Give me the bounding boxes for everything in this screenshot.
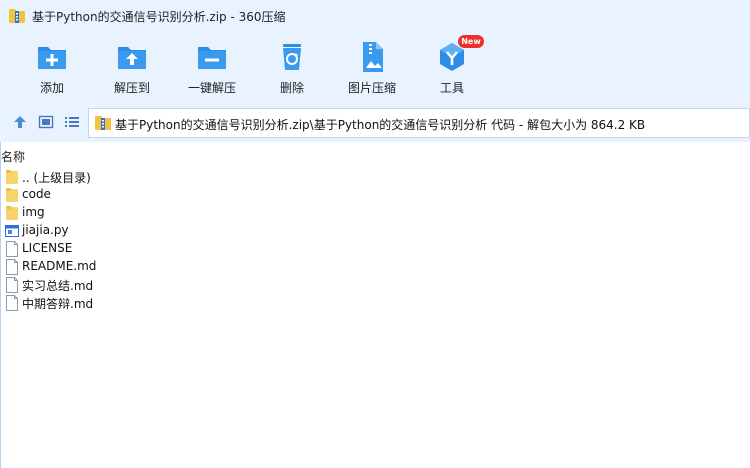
one-click-extract-button[interactable]: 一键解压	[172, 38, 252, 100]
app-window: 基于Python的交通信号识别分析.zip - 360压缩 添加 解压到 一键解…	[0, 0, 750, 468]
one-click-extract-icon	[198, 47, 226, 69]
list-item-license[interactable]: LICENSE	[1, 240, 301, 258]
address-bar[interactable]: 基于Python的交通信号识别分析.zip\基于Python的交通信号识别分析 …	[88, 108, 750, 138]
file-name: jiajia.py	[22, 223, 69, 237]
one-click-extract-label: 一键解压	[187, 81, 236, 95]
extract-to-button[interactable]: 解压到	[92, 38, 172, 100]
add-folder-icon	[38, 47, 66, 69]
document-icon	[6, 241, 18, 257]
list-item-internship-summary[interactable]: 实习总结.md	[1, 276, 301, 294]
document-icon	[6, 277, 18, 293]
window-title: 基于Python的交通信号识别分析.zip - 360压缩	[32, 10, 286, 24]
add-label: 添加	[39, 81, 64, 95]
file-name: img	[22, 205, 45, 219]
tools-button[interactable]: New 工具	[412, 35, 492, 100]
address-path: 基于Python的交通信号识别分析.zip\基于Python的交通信号识别分析 …	[115, 118, 646, 132]
python-file-icon	[5, 225, 19, 237]
delete-button[interactable]: 删除	[252, 38, 332, 100]
list-item-readme[interactable]: README.md	[1, 258, 301, 276]
image-compress-label: 图片压缩	[347, 81, 396, 95]
folder-icon	[6, 188, 18, 202]
toolbar: 添加 解压到 一键解压 删除 图片压缩 New 工具	[0, 32, 750, 102]
document-icon	[6, 295, 18, 311]
recycle-delete-icon	[283, 44, 301, 70]
archive-file-icon	[95, 116, 111, 130]
column-header-name[interactable]: 名称	[1, 148, 25, 165]
file-list-panel: 名称 .. (上级目录) code img jiajia.py LICENSE …	[0, 142, 750, 468]
list-item-code[interactable]: code	[1, 186, 301, 204]
file-name: code	[22, 187, 51, 201]
delete-label: 删除	[279, 81, 304, 95]
file-list: .. (上级目录) code img jiajia.py LICENSE REA…	[1, 168, 301, 312]
image-compress-button[interactable]: 图片压缩	[332, 38, 412, 100]
file-name: README.md	[22, 259, 97, 273]
list-view-icon[interactable]	[64, 114, 80, 130]
add-button[interactable]: 添加	[12, 38, 92, 100]
list-item-jiajia-py[interactable]: jiajia.py	[1, 222, 301, 240]
extract-to-icon	[118, 47, 146, 69]
file-name: LICENSE	[22, 241, 73, 255]
file-name: 实习总结.md	[22, 279, 94, 293]
address-row: 基于Python的交通信号识别分析.zip\基于Python的交通信号识别分析 …	[0, 102, 750, 142]
file-name: 中期答辩.md	[22, 297, 94, 311]
folder-icon	[6, 170, 18, 184]
thumbnail-view-icon[interactable]	[38, 114, 54, 130]
up-arrow-icon[interactable]	[12, 114, 28, 130]
extract-to-label: 解压到	[113, 81, 150, 95]
archive-app-icon	[9, 9, 25, 23]
new-badge: New	[458, 35, 484, 48]
list-item-parent-dir[interactable]: .. (上级目录)	[1, 168, 301, 186]
document-icon	[6, 259, 18, 275]
tools-label: 工具	[439, 81, 464, 95]
header: 基于Python的交通信号识别分析.zip - 360压缩 添加 解压到 一键解…	[0, 0, 750, 142]
folder-icon	[6, 206, 18, 220]
list-item-img[interactable]: img	[1, 204, 301, 222]
list-item-midterm-defense[interactable]: 中期答辩.md	[1, 294, 301, 312]
file-name: .. (上级目录)	[22, 171, 91, 185]
title-bar: 基于Python的交通信号识别分析.zip - 360压缩	[0, 0, 750, 32]
image-compress-icon	[363, 42, 383, 72]
